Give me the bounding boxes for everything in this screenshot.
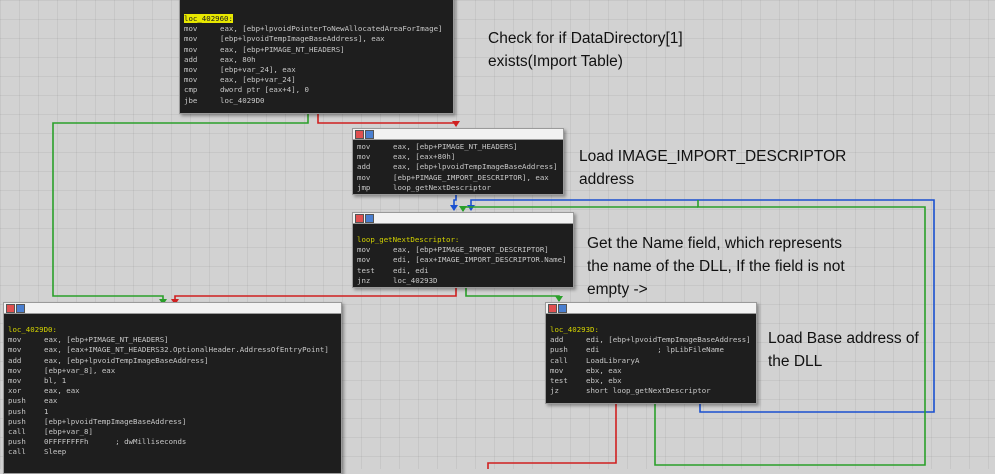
instruction-line[interactable]: mov ebx, eax <box>550 366 753 376</box>
instruction-line[interactable]: jbe loc_4029D0 <box>184 96 450 106</box>
instruction-line[interactable]: mov eax, [ebp+PIMAGE_NT_HEADERS] <box>184 45 450 55</box>
instruction-line[interactable]: mov [ebp+PIMAGE_IMPORT_DESCRIPTOR], eax <box>357 173 560 183</box>
instruction-line[interactable]: push edi ; lpLibFileName <box>550 345 753 355</box>
instruction-line[interactable]: mov [ebp+var_24], eax <box>184 65 450 75</box>
code-block-load-descriptor[interactable]: mov eax, [ebp+PIMAGE_NT_HEADERS] mov eax, … <box>352 128 564 195</box>
block-header <box>353 129 563 140</box>
instruction-line[interactable]: call Sleep <box>8 447 338 457</box>
block-label: loop_getNextDescriptor: <box>357 235 460 244</box>
graph-node-icon <box>365 214 374 223</box>
instruction-line[interactable]: mov edi, [eax+IMAGE_IMPORT_DESCRIPTOR.Nam… <box>357 255 570 265</box>
block-header <box>4 303 341 314</box>
instruction-line[interactable]: add eax, [ebp+lpvoidTempImageBaseAddress] <box>357 162 560 172</box>
annotation-check-datadirectory: Check for if DataDirectory[1] exists(Imp… <box>488 30 683 70</box>
edge-top-to-loaddesc <box>317 114 457 126</box>
arrow-head <box>452 121 460 127</box>
instruction-line[interactable]: mov eax, [eax+IMAGE_NT_HEADERS32.Optional… <box>8 345 338 355</box>
instruction-line[interactable]: jz short loop_getNextDescriptor <box>550 386 753 396</box>
code-block-loc-4029d0[interactable]: loc_4029D0: mov eax, [ebp+PIMAGE_NT_HEADE… <box>3 302 342 474</box>
instruction-line[interactable]: mov bl, 1 <box>8 376 338 386</box>
graph-node-icon <box>548 304 557 313</box>
instruction-line[interactable]: mov [ebp+var_8], eax <box>8 366 338 376</box>
instruction-line[interactable]: add eax, [ebp+lpvoidTempImageBaseAddress] <box>8 356 338 366</box>
instruction-line[interactable]: mov eax, [ebp+PIMAGE_IMPORT_DESCRIPTOR] <box>357 245 570 255</box>
graph-node-icon <box>6 304 15 313</box>
edge-right-loopback-green-2 <box>462 206 698 211</box>
instruction-line[interactable]: mov eax, [ebp+PIMAGE_NT_HEADERS] <box>8 335 338 345</box>
instruction-line[interactable]: call [ebp+var_8] <box>8 427 338 437</box>
graph-node-icon <box>16 304 25 313</box>
instruction-line[interactable]: add eax, 80h <box>184 55 450 65</box>
instruction-line[interactable]: add edi, [ebp+lpvoidTempImageBaseAddress] <box>550 335 753 345</box>
instruction-line[interactable]: call LoadLibraryA <box>550 356 753 366</box>
graph-node-icon <box>355 130 364 139</box>
graph-node-icon <box>365 130 374 139</box>
instruction-line[interactable]: test ebx, ebx <box>550 376 753 386</box>
instruction-line[interactable]: push 0FFFFFFFFh ; dwMilliseconds <box>8 437 338 447</box>
annotation-load-import-descriptor: Load IMAGE_IMPORT_DESCRIPTOR address <box>579 148 847 188</box>
code-block-loc-40293d[interactable]: loc_40293D: add edi, [ebp+lpvoidTempImage… <box>545 302 757 404</box>
block-label: loc_402960: <box>184 14 233 23</box>
instruction-line[interactable]: mov eax, [ebp+var_24] <box>184 75 450 85</box>
arrow-head <box>467 205 475 211</box>
instruction-line[interactable]: mov [ebp+lpvoidTempImageBaseAddress], eax <box>184 34 450 44</box>
instruction-line[interactable]: mov eax, [eax+80h] <box>357 152 560 162</box>
graph-node-icon <box>558 304 567 313</box>
edge-top-to-left <box>52 114 309 304</box>
annotation-load-base-address: Load Base address of the DLL <box>768 330 919 370</box>
instruction-line[interactable]: mov eax, [ebp+PIMAGE_NT_HEADERS] <box>357 142 560 152</box>
code-block-loc-402960[interactable]: loc_402960: mov eax, [ebp+lpvoidPointerTo… <box>179 0 454 114</box>
block-label: loc_4029D0: <box>8 325 57 334</box>
graph-node-icon <box>355 214 364 223</box>
instruction-list: mov eax, [ebp+lpvoidPointerToNewAllocated… <box>184 24 450 106</box>
instruction-line[interactable]: xor eax, eax <box>8 386 338 396</box>
instruction-line[interactable]: push eax <box>8 396 338 406</box>
edge-loop-to-right <box>465 287 560 301</box>
instruction-line[interactable]: jnz loc_40293D <box>357 276 570 286</box>
arrow-head <box>450 205 458 211</box>
annotation-get-name-field: Get the Name field, which represents the… <box>587 235 845 298</box>
edge-right-false <box>487 403 617 469</box>
instruction-line[interactable]: mov eax, [ebp+lpvoidPointerToNewAllocated… <box>184 24 450 34</box>
block-header <box>546 303 756 314</box>
block-label: loc_40293D: <box>550 325 599 334</box>
instruction-line[interactable]: push 1 <box>8 407 338 417</box>
code-block-loop-getnextdescriptor[interactable]: loop_getNextDescriptor: mov eax, [ebp+PIM… <box>352 212 574 288</box>
instruction-line[interactable]: push [ebp+lpvoidTempImageBaseAddress] <box>8 417 338 427</box>
instruction-line[interactable]: jmp loop_getNextDescriptor <box>357 183 560 193</box>
block-header <box>353 213 573 224</box>
instruction-line[interactable]: test edi, edi <box>357 266 570 276</box>
instruction-line[interactable]: cmp dword ptr [eax+4], 0 <box>184 85 450 95</box>
